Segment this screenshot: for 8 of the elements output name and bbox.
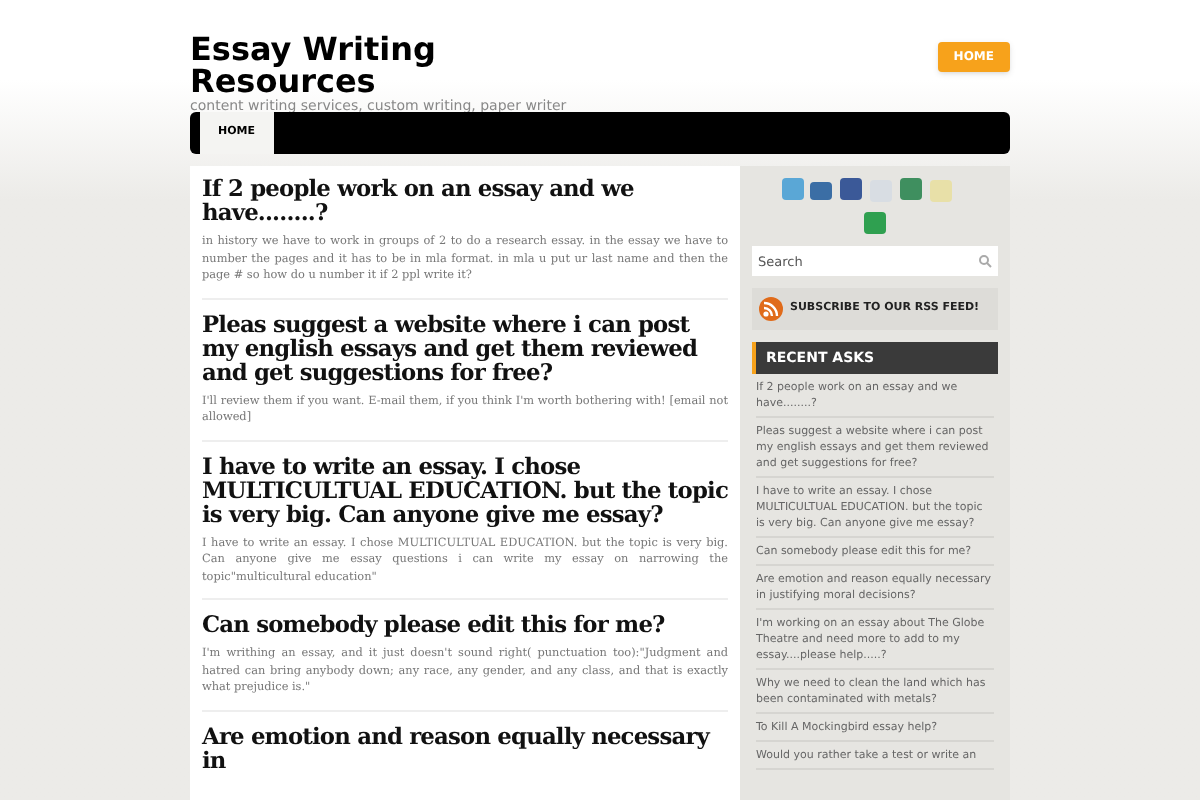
post-title[interactable]: I have to write an essay. I chose MULTICULTUAL EDUCATION. but the topic is very big. Can anyone give me essay?: [202, 453, 728, 525]
post-title[interactable]: Can somebody please edit this for me?: [202, 612, 728, 636]
search-icon: [978, 254, 992, 268]
post-title[interactable]: Pleas suggest a website where i can post my english essays and get them reviewed and get suggestions for free?: [202, 311, 728, 383]
post-title[interactable]: If 2 people work on an essay and we have........?: [202, 176, 728, 224]
site-title[interactable]: Essay Writing Resources: [190, 34, 450, 98]
rss-icon: [758, 296, 784, 322]
post-title[interactable]: Are emotion and reason equally necessary in: [202, 723, 728, 771]
